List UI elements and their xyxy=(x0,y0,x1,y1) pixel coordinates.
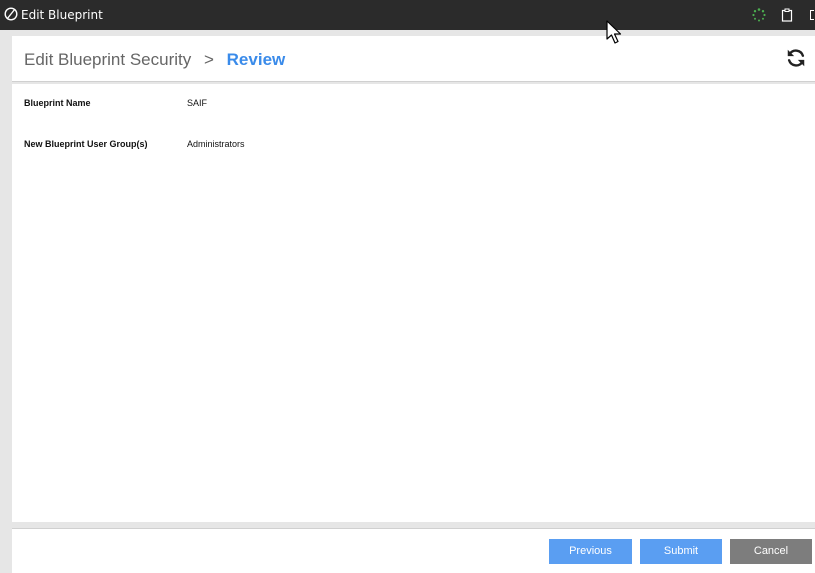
breadcrumb-separator: > xyxy=(203,50,214,69)
app-window: Edit Blueprint Edit Blueprint Security >… xyxy=(0,0,815,573)
action-footer: Previous Submit Cancel xyxy=(12,528,815,573)
refresh-icon[interactable] xyxy=(785,47,807,69)
submit-button[interactable]: Submit xyxy=(640,539,722,564)
breadcrumb-current: Review xyxy=(226,50,286,69)
field-value: SAIF xyxy=(187,98,208,108)
review-panel: Blueprint Name SAIF New Blueprint User G… xyxy=(12,84,815,522)
blueprint-app-icon xyxy=(4,7,18,21)
clipboard-icon[interactable] xyxy=(781,8,793,22)
breadcrumb: Edit Blueprint Security > Review xyxy=(24,50,285,70)
loading-spinner-icon xyxy=(752,8,766,22)
title-bar: Edit Blueprint xyxy=(0,0,815,30)
field-label: Blueprint Name xyxy=(24,98,91,108)
page-header: Edit Blueprint Security > Review xyxy=(12,36,815,82)
field-label: New Blueprint User Group(s) xyxy=(24,139,148,149)
cancel-button[interactable]: Cancel xyxy=(730,539,812,564)
window-edge-icon xyxy=(810,10,814,20)
breadcrumb-parent[interactable]: Edit Blueprint Security xyxy=(24,50,191,69)
field-value: Administrators xyxy=(187,139,245,149)
previous-button[interactable]: Previous xyxy=(549,539,632,564)
mouse-cursor-icon xyxy=(606,20,622,44)
window-title: Edit Blueprint xyxy=(21,8,103,22)
